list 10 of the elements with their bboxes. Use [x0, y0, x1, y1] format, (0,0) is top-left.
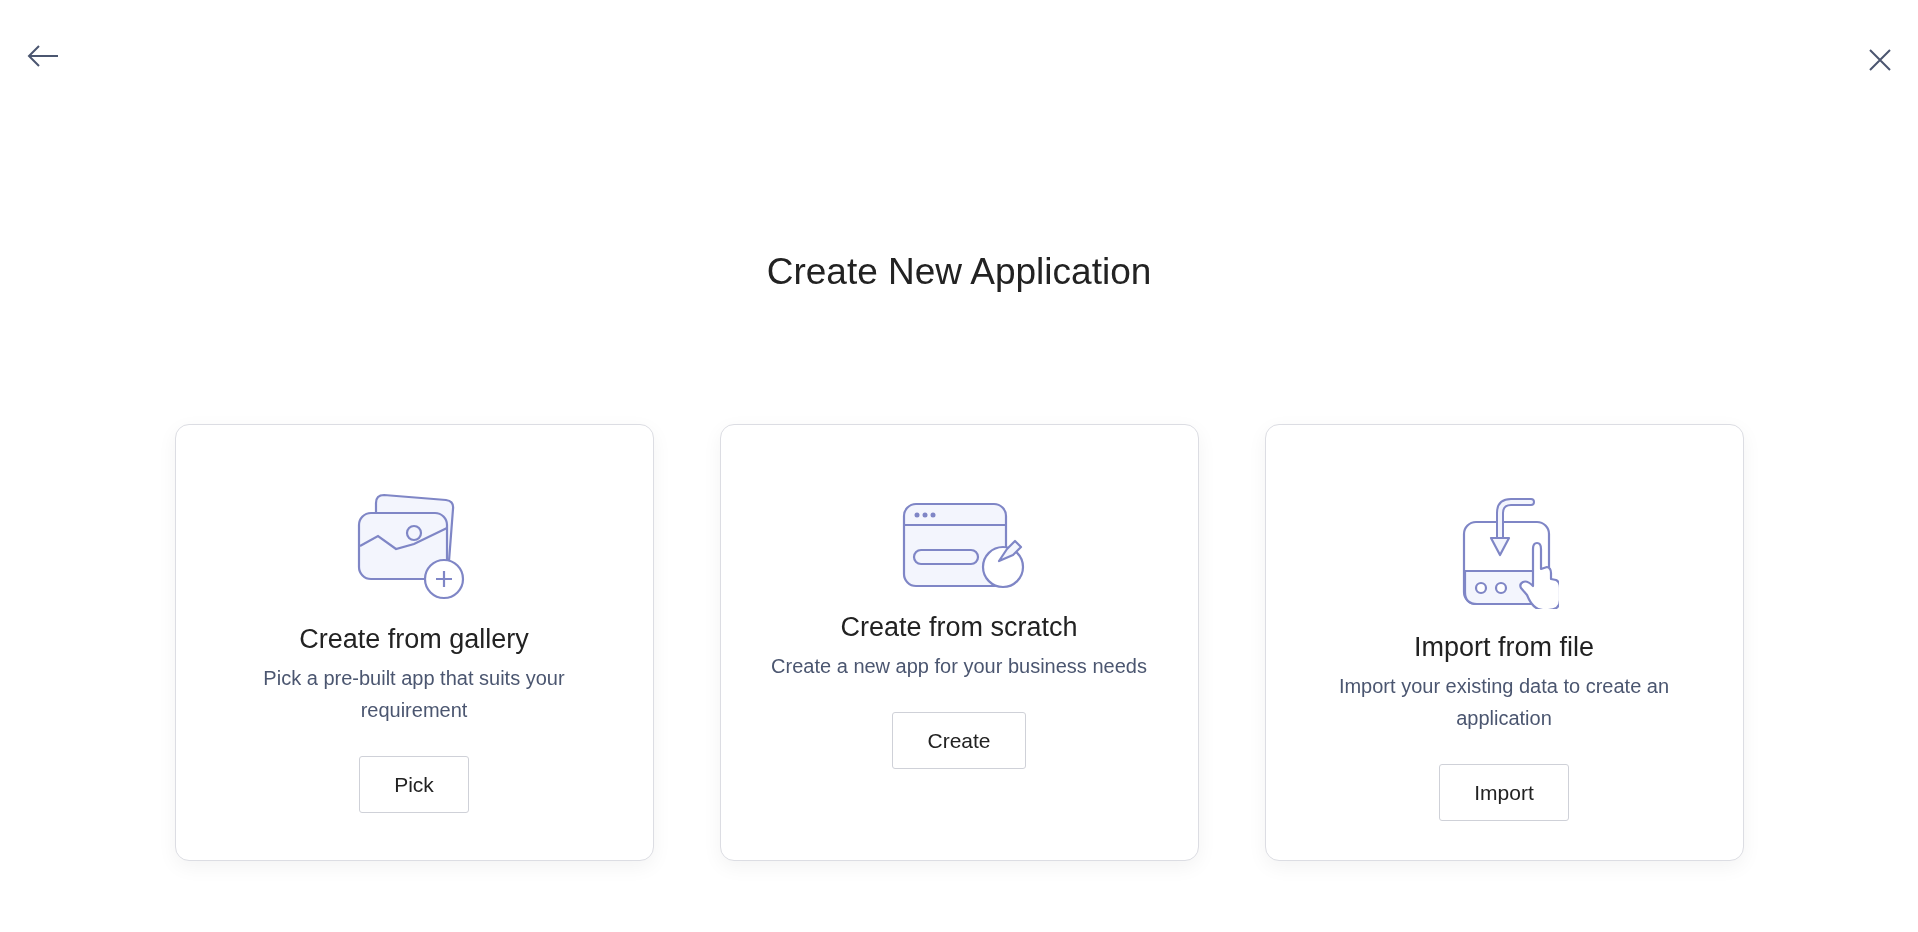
- option-description: Create a new app for your business needs: [771, 653, 1147, 679]
- option-description: Import your existing data to create an application: [1337, 673, 1671, 731]
- option-title: Create from gallery: [299, 623, 529, 656]
- option-button[interactable]: Create: [892, 711, 1026, 770]
- option-title: Create from scratch: [840, 611, 1078, 644]
- option-button[interactable]: Pick: [359, 755, 469, 814]
- option-title: Import from file: [1413, 631, 1594, 664]
- page-title: Create New Application: [765, 250, 1153, 294]
- option-button[interactable]: Import: [1439, 763, 1569, 822]
- option-description: Pick a pre-built app that suits your requirement: [262, 665, 566, 723]
